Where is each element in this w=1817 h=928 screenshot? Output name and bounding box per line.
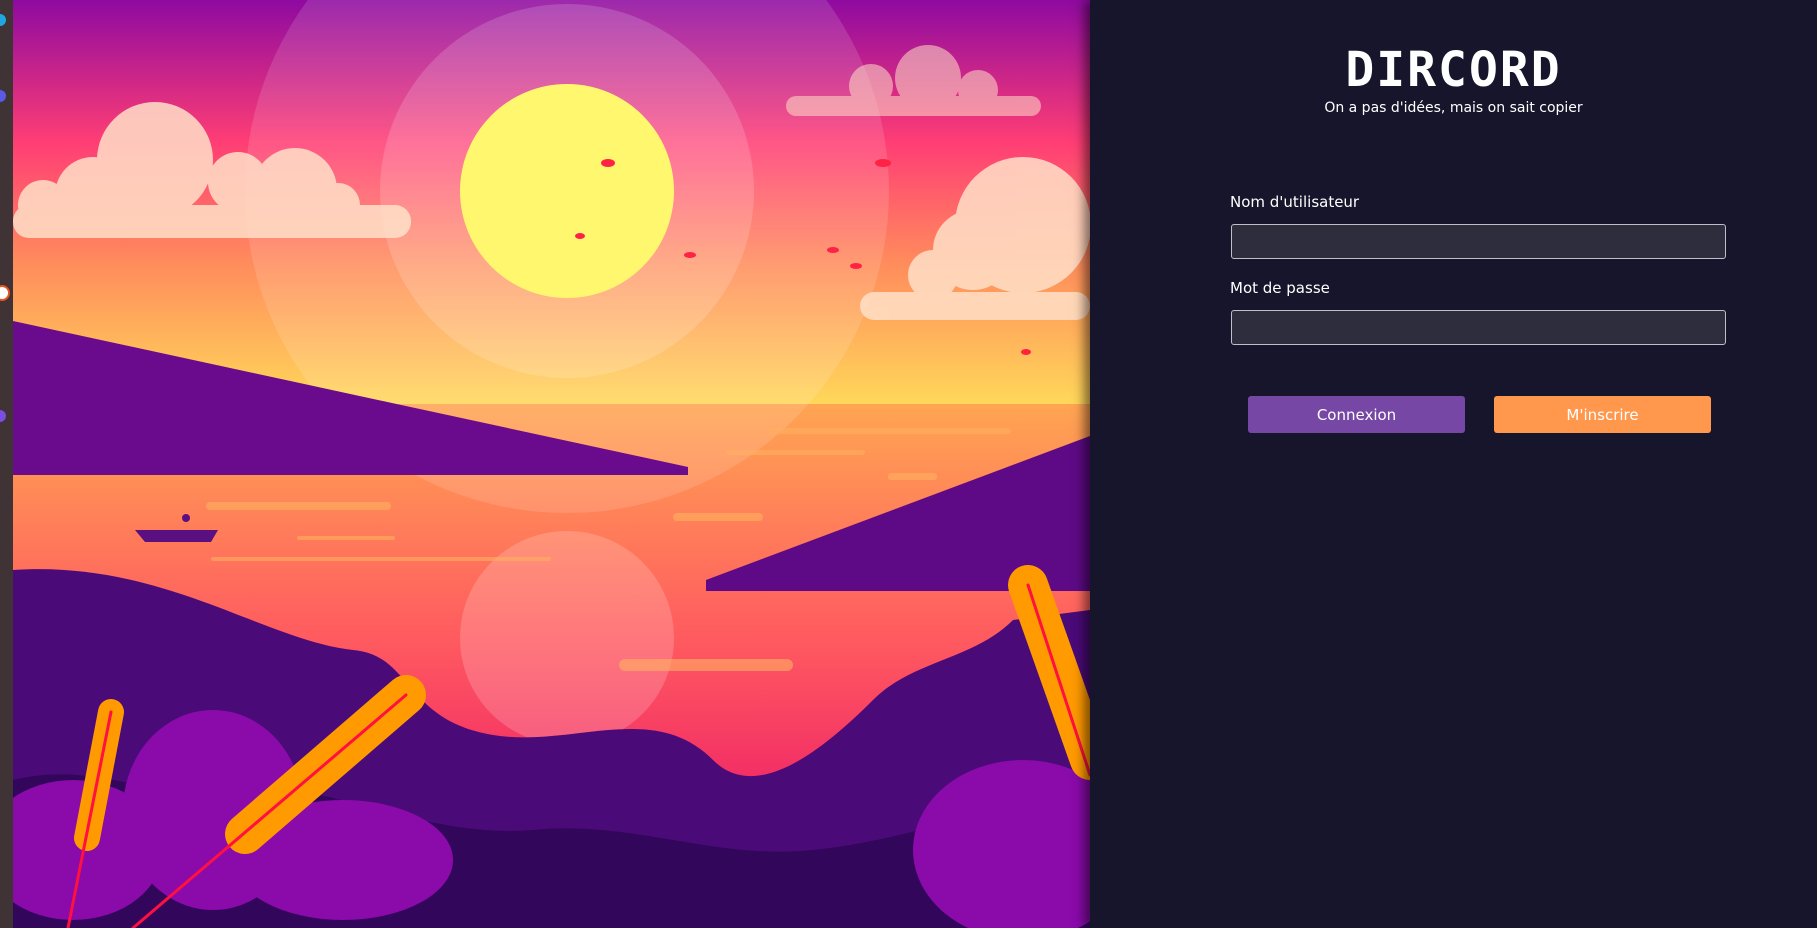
os-dock bbox=[0, 0, 13, 928]
login-button[interactable]: Connexion bbox=[1248, 396, 1465, 433]
boat bbox=[135, 530, 218, 542]
dock-app-icon[interactable] bbox=[0, 90, 6, 102]
register-button[interactable]: M'inscrire bbox=[1494, 396, 1711, 433]
login-panel: DIRCORD On a pas d'idées, mais on sait c… bbox=[1090, 0, 1817, 928]
username-input[interactable] bbox=[1231, 224, 1726, 259]
sun-reflection bbox=[460, 531, 674, 745]
dock-app-icon[interactable] bbox=[0, 410, 6, 422]
sunset-illustration bbox=[13, 0, 1090, 928]
dock-app-icon[interactable] bbox=[0, 285, 10, 301]
sun bbox=[460, 84, 674, 298]
username-label: Nom d'utilisateur bbox=[1230, 193, 1360, 211]
dock-app-icon[interactable] bbox=[0, 14, 6, 26]
app-tagline: On a pas d'idées, mais on sait copier bbox=[1324, 100, 1583, 116]
password-label: Mot de passe bbox=[1230, 279, 1330, 297]
password-input[interactable] bbox=[1231, 310, 1726, 345]
app-logo: DIRCORD bbox=[1345, 42, 1562, 98]
